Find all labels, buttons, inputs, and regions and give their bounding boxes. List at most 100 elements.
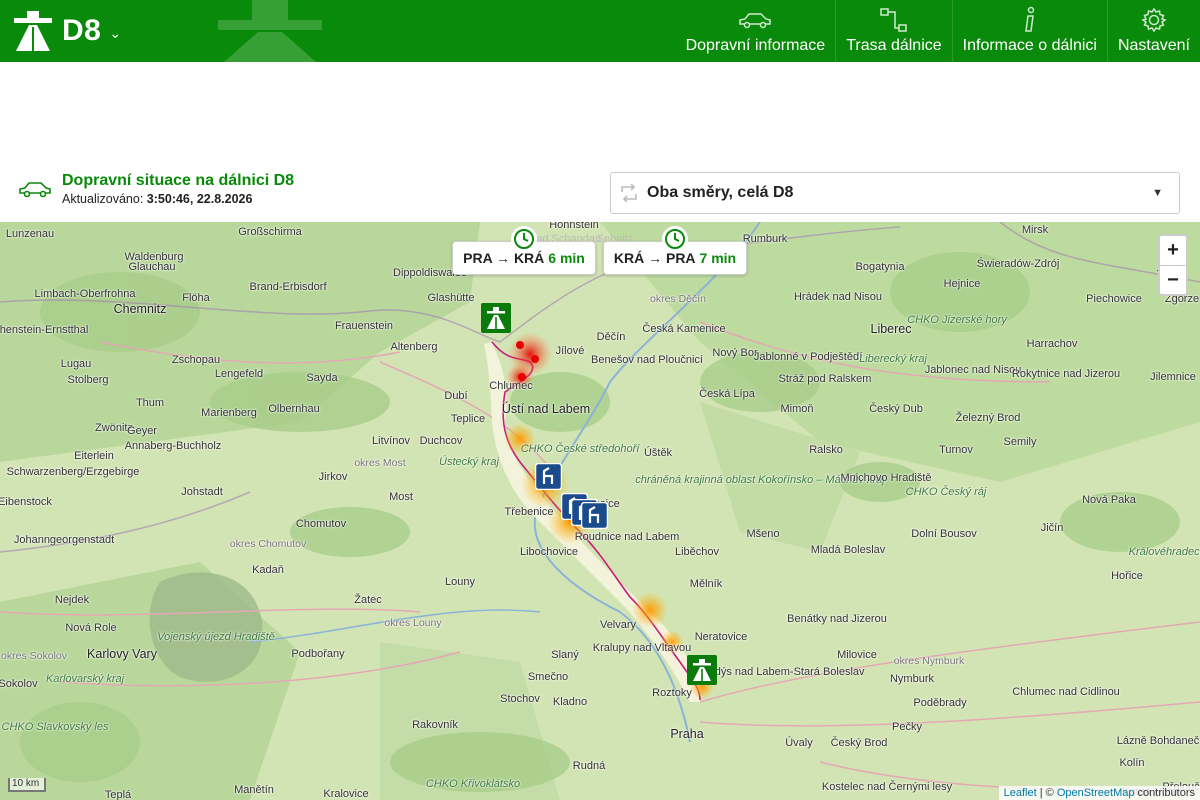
place-label: Ústí nad Labem: [501, 402, 591, 416]
place-label: Jičín: [1040, 522, 1064, 534]
place-label: CHKO Jizerské hory: [907, 314, 1007, 326]
place-label: Mladá Boleslav: [810, 544, 886, 556]
travel-time: 7 min: [699, 250, 737, 266]
info-icon: [1023, 5, 1037, 35]
place-label: Mělník: [689, 578, 723, 590]
place-label: Glashütte: [427, 292, 475, 304]
place-label: Česká Lípa: [699, 388, 755, 400]
place-label: Brand-Erbisdorf: [249, 281, 327, 293]
map[interactable]: Lunzenau Großschirma Hohnstein Rumburk Mirsk…: [0, 222, 1200, 800]
place-label: Nová Role: [65, 622, 117, 634]
place-label: Libochovice: [519, 546, 579, 558]
place-label: Hejnice: [943, 278, 981, 290]
place-label: Manětín: [234, 784, 274, 796]
place-label: Nový Bor: [712, 347, 758, 359]
place-label: Louny: [445, 576, 475, 588]
nav-label: Trasa dálnice: [846, 37, 942, 54]
place-label: Olbernhau: [268, 403, 320, 415]
place-label: Poděbrady: [913, 697, 967, 709]
place-label: Karlovarský kraj: [45, 673, 125, 685]
direction-select[interactable]: Oba směry, celá D8 ▼: [610, 172, 1180, 214]
status-title: Dopravní situace na dálnici D8: [62, 172, 295, 189]
route-icon: [879, 5, 909, 35]
highway-watermark-icon: [218, 0, 322, 62]
nav-traffic-info[interactable]: Dopravní informace: [676, 0, 836, 62]
car-icon: [19, 182, 51, 198]
place-label: Velvary: [599, 619, 637, 631]
place-label: Turnov: [939, 444, 973, 456]
clock-icon: [511, 226, 537, 252]
place-label: Johanngeorgenstadt: [13, 534, 115, 546]
place-label: Kladno: [552, 696, 588, 708]
place-label: okres Chomutov: [229, 538, 307, 550]
place-label: Česká Kamenice: [642, 323, 726, 335]
nav-settings[interactable]: Nastavení: [1106, 0, 1200, 62]
place-label: Český Brod: [830, 737, 888, 749]
place-label: okres Děčín: [649, 293, 707, 305]
place-label: Třebenice: [504, 506, 554, 518]
zoom-in-button[interactable]: +: [1160, 236, 1186, 265]
place-label: Hohenstein-Ernstthal: [0, 324, 89, 336]
highway-selector[interactable]: D8 ⌄: [14, 10, 121, 52]
place-label: Hořice: [1111, 570, 1143, 582]
highway-start-marker[interactable]: [481, 303, 511, 333]
highway-logo-icon: [14, 11, 52, 51]
place-label: Lengefeld: [214, 368, 264, 380]
osm-link[interactable]: OpenStreetMap: [1057, 787, 1135, 799]
nav-highway-info[interactable]: Informace o dálnici: [951, 0, 1107, 62]
leaflet-link[interactable]: Leaflet: [1004, 787, 1037, 799]
caret-down-icon: ▼: [1152, 187, 1163, 199]
place-label: Dubí: [444, 390, 468, 402]
nav-label: Nastavení: [1117, 37, 1190, 54]
place-label: Český Dub: [869, 403, 923, 415]
place-label: Jablonné v Podještědí: [753, 351, 863, 363]
place-label: Glauchau: [128, 261, 176, 273]
place-label: Stochov: [500, 693, 540, 705]
place-label: Limbach-Oberfrohna: [34, 288, 136, 300]
place-label: Jablonec nad Nisou: [924, 364, 1022, 376]
place-label: Semily: [1003, 436, 1037, 448]
place-label: Benešov nad Ploučnicí: [591, 354, 703, 366]
place-label: Lunzenau: [5, 228, 55, 240]
place-label: okres Louny: [384, 617, 442, 629]
place-label: Świeradów-Zdrój: [976, 258, 1060, 270]
place-label: Marienberg: [201, 407, 257, 419]
highway-exit-marker[interactable]: [534, 462, 563, 491]
place-label: Flöha: [182, 292, 210, 304]
place-label: Chemnitz: [113, 302, 167, 316]
place-label: Sayda: [306, 372, 338, 384]
place-label: Most: [389, 491, 413, 503]
place-label: okres Nymburk: [893, 655, 965, 667]
place-label: okres Most: [354, 457, 406, 469]
place-label: Schwarzenberg/Erzgebirge: [6, 466, 140, 478]
zoom-out-button[interactable]: −: [1160, 265, 1186, 294]
place-label: Johstadt: [181, 486, 223, 498]
attribution-separator: | ©: [1036, 787, 1057, 799]
travel-route: KRÁ → PRA: [613, 250, 696, 266]
place-label: Rumburk: [742, 233, 788, 245]
place-label: Piechowice: [1086, 293, 1142, 305]
place-label: okres Sokolov: [1, 650, 67, 662]
highway-end-marker[interactable]: [687, 655, 717, 685]
place-label: Eibenstock: [0, 496, 52, 508]
place-label: CHKO Český ráj: [905, 486, 987, 498]
place-label: Geyer: [127, 425, 157, 437]
place-label: Jílové: [555, 345, 585, 357]
place-label: Bogatynia: [855, 261, 905, 273]
place-label: Kralupy nad Vltavou: [592, 642, 692, 654]
place-label: Stráž pod Ralskem: [778, 373, 872, 385]
place-label: Úštěk: [643, 447, 673, 459]
place-label: Litvínov: [372, 435, 410, 447]
main-nav: Dopravní informace Trasa dálnice Informa…: [676, 0, 1200, 62]
travel-route: PRA → KRÁ: [463, 250, 545, 266]
place-label: Nymburk: [889, 673, 935, 685]
highway-exit-marker[interactable]: [580, 501, 609, 530]
travel-time: 6 min: [548, 250, 585, 266]
place-label: Teplá: [104, 789, 132, 800]
place-label: Královéhradecký kraj: [1128, 546, 1200, 558]
place-label: Podbořany: [291, 648, 345, 660]
place-label: Kralovice: [323, 788, 369, 800]
place-label: Neratovice: [694, 631, 748, 643]
nav-highway-route[interactable]: Trasa dálnice: [835, 0, 951, 62]
place-label: CHKO České středohoří: [520, 443, 640, 455]
